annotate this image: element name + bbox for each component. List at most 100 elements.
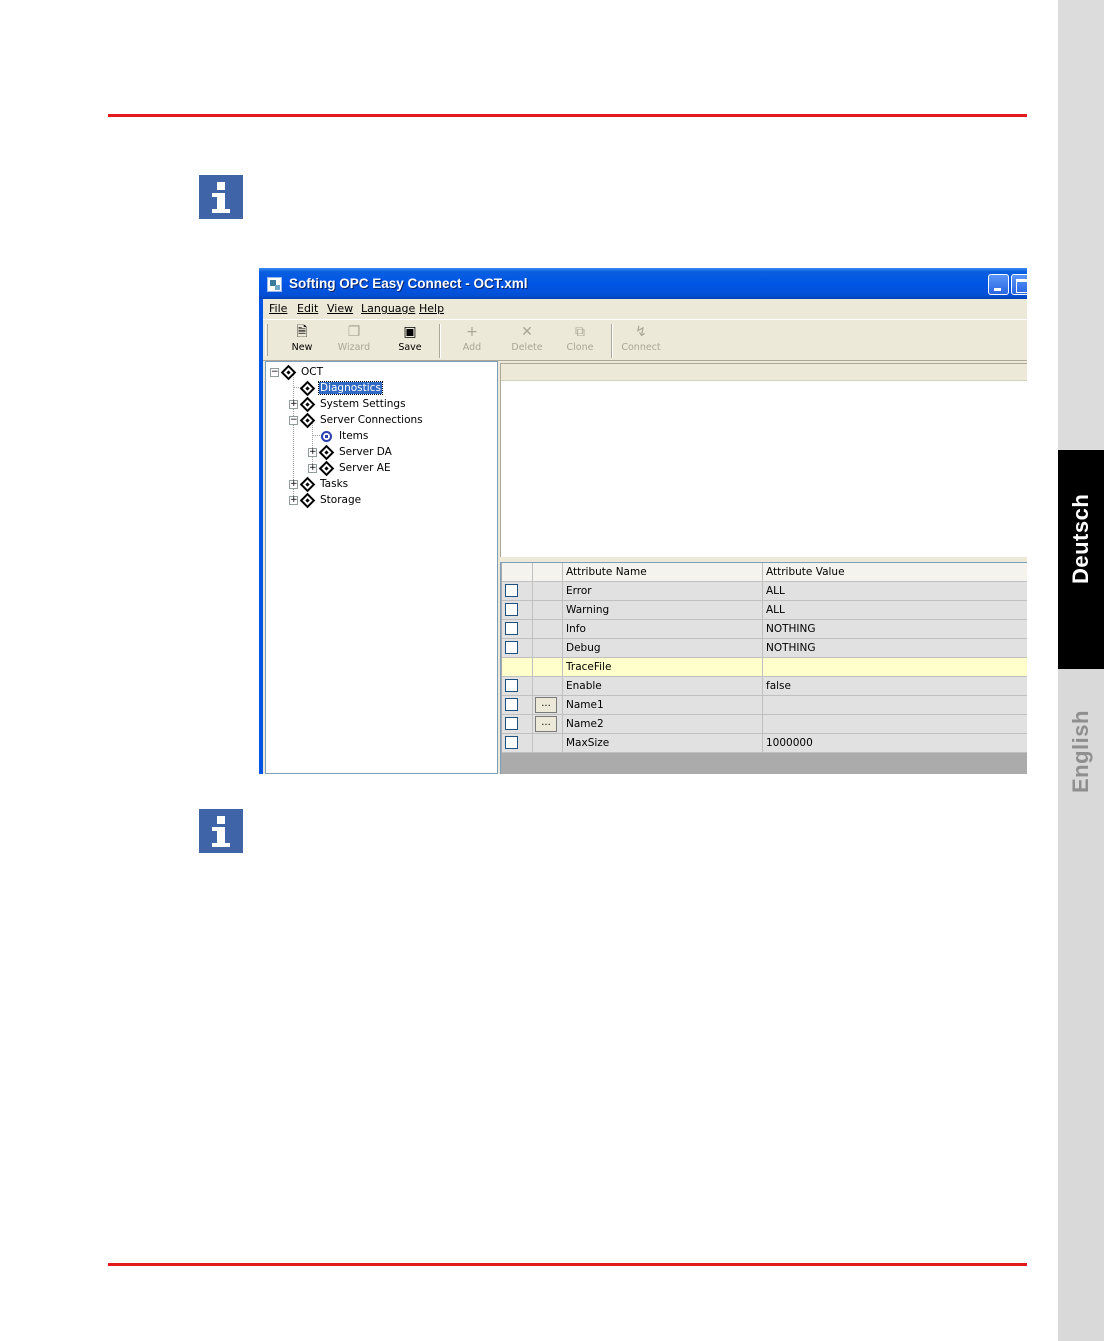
row-checkbox[interactable] [505, 679, 518, 692]
expand-icon[interactable]: + [289, 400, 298, 409]
expand-icon[interactable]: + [289, 480, 298, 489]
attribute-value-cell[interactable]: 1000000 [763, 734, 1027, 753]
delete-button[interactable]: ✕ Delete [502, 324, 552, 358]
attribute-name-cell: TraceFile [563, 658, 763, 677]
tree-node-server-da[interactable]: + Server DA [308, 444, 468, 461]
wizard-icon: ❐ [347, 324, 361, 340]
attribute-value-cell[interactable]: false [763, 677, 1027, 696]
collapse-icon[interactable]: − [289, 416, 298, 425]
table-row[interactable]: Warning ALL [502, 601, 1027, 620]
menu-help[interactable]: Help [419, 302, 444, 315]
detail-pane-header [501, 364, 1027, 381]
row-checkbox[interactable] [505, 622, 518, 635]
save-button-label: Save [398, 342, 422, 353]
browse-button[interactable]: ... [535, 716, 557, 732]
row-checkbox[interactable] [505, 603, 518, 616]
expand-icon[interactable]: + [308, 448, 317, 457]
new-button[interactable]: 🗎 New [277, 324, 327, 358]
attribute-value-cell[interactable]: ALL [763, 582, 1027, 601]
minimize-button[interactable] [988, 274, 1009, 295]
row-checkbox[interactable] [505, 641, 518, 654]
row-checkbox[interactable] [505, 736, 518, 749]
attribute-value-cell[interactable]: ALL [763, 601, 1027, 620]
diamond-node-icon [299, 380, 316, 397]
column-header-attribute-value[interactable]: Attribute Value [763, 563, 1027, 582]
tree-node-label: Server AE [339, 462, 391, 474]
column-header-attribute-name[interactable]: Attribute Name [563, 563, 763, 582]
table-row[interactable]: ... Name1 [502, 696, 1027, 715]
add-button[interactable]: + Add [447, 324, 497, 358]
grid-header-row: Attribute Name Attribute Value [502, 563, 1027, 582]
detail-pane [500, 363, 1027, 557]
table-row[interactable]: Error ALL [502, 582, 1027, 601]
tree-node-label: Server DA [339, 446, 392, 458]
tree-node-server-connections[interactable]: − Server Connections [289, 412, 469, 429]
tree-node-label: Items [339, 430, 369, 442]
table-row[interactable]: MaxSize 1000000 [502, 734, 1027, 753]
new-document-icon: 🗎 [296, 324, 308, 340]
clone-button[interactable]: ⧉ Clone [555, 324, 605, 358]
wizard-button-label: Wizard [337, 342, 371, 353]
save-button[interactable]: ▣ Save [385, 324, 435, 358]
row-checkbox[interactable] [505, 584, 518, 597]
attribute-value-cell[interactable]: NOTHING [763, 620, 1027, 639]
items-node-icon [321, 431, 332, 442]
attribute-name-cell: Error [563, 582, 763, 601]
tree-node-tasks[interactable]: + Tasks [289, 476, 469, 493]
expand-icon[interactable]: + [289, 496, 298, 505]
diamond-node-icon [299, 492, 316, 509]
title-bar[interactable]: Softing OPC Easy Connect - OCT.xml [259, 268, 1027, 299]
diamond-node-icon [318, 444, 335, 461]
tab-english[interactable]: English [1058, 669, 1104, 1341]
toolbar-grip[interactable] [265, 324, 268, 356]
plus-icon: + [466, 324, 478, 340]
table-row-group[interactable]: TraceFile [502, 658, 1027, 677]
toolbar: 🗎 New ❐ Wizard ▣ Save + Add ✕ Delete ⧉ C… [259, 319, 1027, 361]
tree-node-label: Diagnostics [318, 381, 383, 395]
floppy-disk-icon: ▣ [403, 324, 417, 340]
new-button-label: New [291, 342, 313, 353]
row-checkbox[interactable] [505, 717, 518, 730]
window-border [259, 299, 263, 774]
connect-button-label: Connect [621, 342, 661, 353]
tree-node-server-ae[interactable]: + Server AE [308, 460, 468, 477]
tree-node-items[interactable]: Items [308, 429, 468, 445]
attribute-name-cell: Enable [563, 677, 763, 696]
diamond-node-icon [299, 476, 316, 493]
collapse-icon[interactable]: − [270, 368, 279, 377]
tree-node-system-settings[interactable]: + System Settings [289, 396, 469, 413]
attribute-name-cell: Debug [563, 639, 763, 658]
close-icon: ✕ [521, 324, 533, 340]
header-rule [108, 114, 1027, 117]
attribute-value-cell[interactable] [763, 715, 1027, 734]
table-row[interactable]: ... Name2 [502, 715, 1027, 734]
table-row[interactable]: Info NOTHING [502, 620, 1027, 639]
tree-node-oct[interactable]: − OCT [270, 364, 470, 381]
menu-view[interactable]: View [327, 302, 353, 315]
toolbar-separator [439, 324, 441, 358]
connect-button[interactable]: ↯ Connect [616, 324, 666, 358]
wizard-button[interactable]: ❐ Wizard [329, 324, 379, 358]
attribute-value-cell[interactable]: NOTHING [763, 639, 1027, 658]
footer-rule [108, 1263, 1027, 1266]
attribute-value-cell[interactable] [763, 696, 1027, 715]
attribute-name-cell: MaxSize [563, 734, 763, 753]
maximize-button[interactable] [1011, 274, 1027, 295]
attribute-grid: Attribute Name Attribute Value Error ALL… [500, 562, 1027, 774]
row-checkbox[interactable] [505, 698, 518, 711]
tree-node-label: OCT [301, 366, 324, 378]
info-icon [199, 175, 243, 219]
side-tab-background [1058, 0, 1104, 450]
table-row[interactable]: Debug NOTHING [502, 639, 1027, 658]
browse-button[interactable]: ... [535, 697, 557, 713]
menu-edit[interactable]: Edit [297, 302, 318, 315]
tab-deutsch[interactable]: Deutsch [1058, 450, 1104, 669]
tree-node-diagnostics[interactable]: Diagnostics [289, 380, 469, 397]
expand-icon[interactable]: + [308, 464, 317, 473]
menu-file[interactable]: File [269, 302, 287, 315]
table-row[interactable]: Enable false [502, 677, 1027, 696]
menu-language[interactable]: Language [361, 302, 415, 315]
tab-english-label: English [1068, 710, 1093, 793]
tree-view[interactable]: − OCT Diagnostics + System Settings − Se… [265, 361, 498, 774]
tree-node-storage[interactable]: + Storage [289, 492, 469, 509]
